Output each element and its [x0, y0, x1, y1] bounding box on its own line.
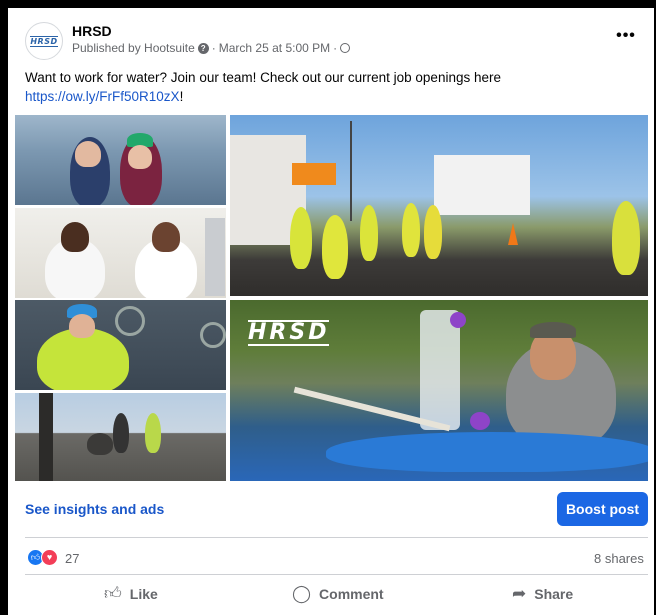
reaction-count[interactable]: 27	[65, 551, 79, 566]
globe-icon	[340, 43, 351, 53]
purple-glove	[470, 412, 490, 430]
question-icon[interactable]: ?	[197, 42, 209, 54]
share-button[interactable]: ➦ Share	[512, 585, 573, 602]
sample-bag	[420, 310, 460, 430]
photo-lab-women[interactable]	[15, 208, 226, 298]
avatar-logo-text: HRSD	[30, 35, 58, 47]
cap	[530, 322, 576, 338]
utility-truck	[434, 155, 530, 215]
caption-text: Want to work for water? Join our team! C…	[25, 70, 501, 85]
page-name[interactable]: HRSD	[72, 23, 112, 39]
valve-ring	[115, 306, 145, 336]
photo-two-women-boat[interactable]	[15, 115, 226, 205]
divider	[25, 537, 648, 538]
facebook-post-card: HRSD HRSD Published by Hootsuite ? · Mar…	[8, 8, 654, 615]
worker-figure	[145, 413, 161, 453]
worker-figure	[113, 413, 129, 453]
worker-figure	[360, 205, 378, 261]
thumbs-up-icon: 👍︎	[104, 584, 122, 603]
caption-suffix: !	[179, 89, 184, 104]
share-arrow-icon: ➦	[512, 584, 527, 603]
comment-button[interactable]: ◯ Comment	[292, 585, 384, 602]
utility-pole	[350, 121, 352, 221]
photo-worker-safety-vest[interactable]	[15, 300, 226, 390]
published-by: Published by Hootsuite	[72, 41, 195, 55]
love-reaction-icon: ♥	[41, 549, 58, 566]
share-label: Share	[534, 585, 574, 602]
purple-glove	[450, 312, 466, 328]
boost-post-button[interactable]: Boost post	[557, 492, 648, 526]
worker-figure	[402, 203, 420, 257]
dock-post	[39, 393, 53, 481]
divider	[25, 574, 648, 575]
worker-figure	[290, 207, 312, 269]
valve-ring	[200, 322, 226, 348]
separator: ·	[333, 41, 338, 55]
reactions[interactable]: 👍︎ ♥	[27, 549, 58, 566]
traffic-cone	[508, 223, 518, 245]
like-label: Like	[129, 585, 158, 602]
photo-kayak-sampler[interactable]: HRSD	[230, 300, 648, 481]
worker-figure	[322, 215, 348, 279]
post-caption: Want to work for water? Join our team! C…	[25, 68, 625, 106]
separator: ·	[211, 41, 216, 55]
work-sign	[292, 163, 336, 185]
photo-dock-workers[interactable]	[15, 393, 226, 481]
person-face	[69, 314, 95, 338]
lab-equipment	[205, 218, 225, 296]
person-face	[61, 222, 89, 252]
hrsd-watermark: HRSD	[248, 320, 330, 346]
comment-label: Comment	[319, 585, 384, 602]
worker-figure	[87, 433, 113, 455]
job-openings-link[interactable]: https://ow.ly/FrFf50R10zX	[25, 89, 180, 104]
worker-figure	[424, 205, 442, 259]
post-date[interactable]: March 25 at 5:00 PM	[219, 41, 330, 55]
more-horizontal-icon[interactable]: •••	[612, 26, 640, 46]
person-face	[75, 141, 101, 167]
post-meta: Published by Hootsuite ? · March 25 at 5…	[72, 41, 351, 55]
page-avatar[interactable]: HRSD	[25, 22, 63, 60]
like-button[interactable]: 👍︎ Like	[104, 585, 158, 602]
photo-road-crew[interactable]	[230, 115, 648, 296]
worker-figure	[612, 201, 640, 275]
comment-bubble-icon: ◯	[292, 584, 312, 603]
shares-count[interactable]: 8 shares	[594, 551, 644, 566]
kayak	[326, 432, 648, 472]
person-face	[152, 222, 180, 252]
person-face	[128, 145, 152, 169]
see-insights-link[interactable]: See insights and ads	[25, 501, 164, 517]
